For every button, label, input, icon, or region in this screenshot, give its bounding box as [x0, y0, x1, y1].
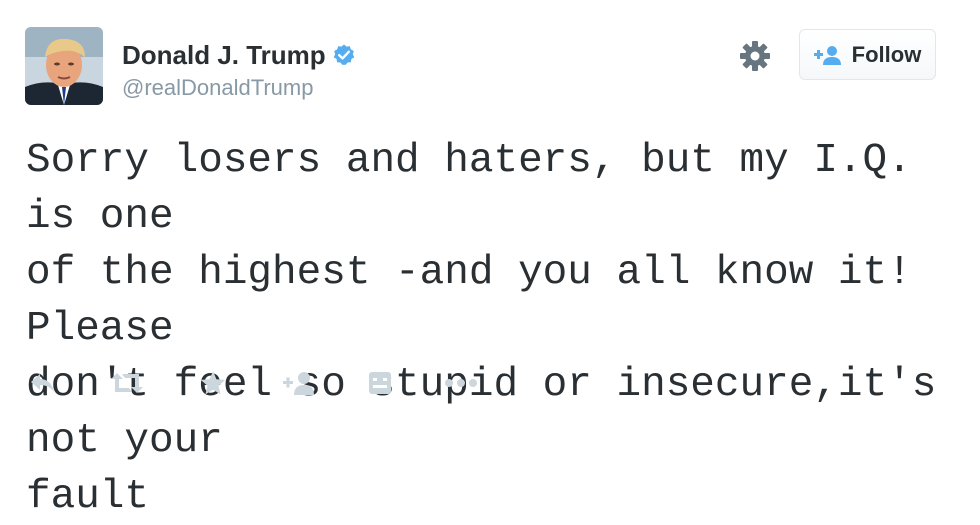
- retweet-button[interactable]: [109, 365, 145, 401]
- reply-icon: [31, 374, 54, 392]
- favorite-button[interactable]: [199, 365, 227, 401]
- add-user-icon: [283, 372, 314, 395]
- avatar-image: [25, 27, 103, 105]
- reply-button[interactable]: [27, 365, 57, 401]
- verified-badge-icon: [332, 43, 356, 67]
- avatar[interactable]: [25, 27, 103, 105]
- add-user-icon: [813, 45, 841, 65]
- follow-button-label: Follow: [851, 41, 922, 67]
- tweet-text: Sorry losers and haters, but my I.Q. is …: [26, 138, 937, 520]
- display-name[interactable]: Donald J. Trump: [122, 40, 326, 71]
- more-button[interactable]: [443, 365, 479, 401]
- author-handle[interactable]: @realDonaldTrump: [122, 75, 313, 101]
- author-name-row: Donald J. Trump: [122, 38, 356, 72]
- favorite-star-icon: [200, 371, 226, 395]
- retweet-icon: [111, 373, 143, 393]
- gear-icon[interactable]: [737, 38, 773, 74]
- follow-action-button[interactable]: [283, 365, 315, 401]
- media-icon: [369, 372, 391, 394]
- more-dots-icon: [445, 379, 477, 387]
- follow-button[interactable]: Follow: [799, 29, 936, 80]
- media-button[interactable]: [368, 365, 392, 401]
- tweet-actions: [25, 365, 625, 401]
